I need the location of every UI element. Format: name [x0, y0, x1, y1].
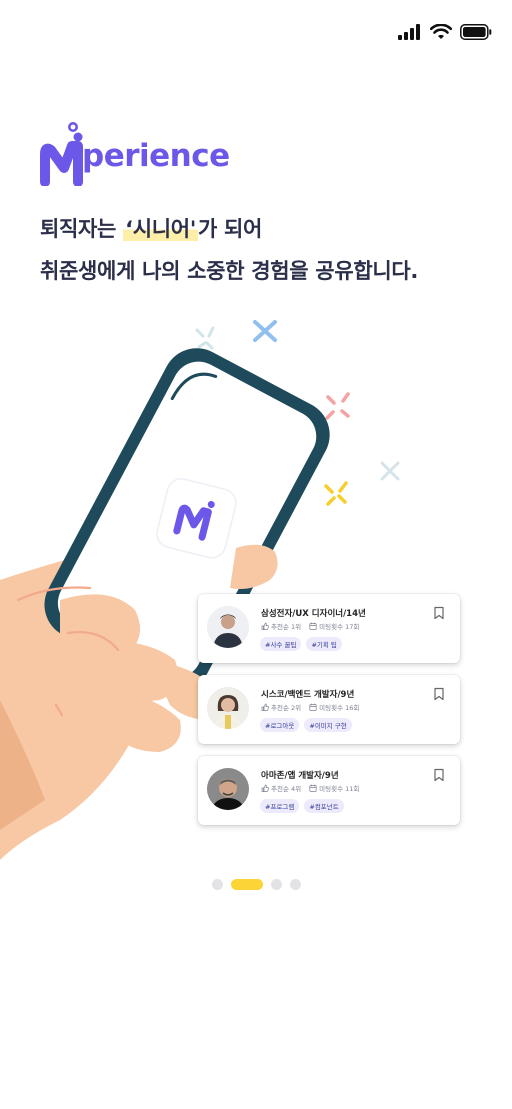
- tag[interactable]: #프로그램: [260, 799, 300, 813]
- avatar: [207, 687, 249, 729]
- bookmark-icon[interactable]: [432, 606, 446, 620]
- senior-card[interactable]: 시스코/백엔드 개발자/9년 추천순 2위 미팅횟수 16회 #로그아웃 #이미…: [198, 675, 460, 744]
- card-meta: 추천순 4위 미팅횟수 11회: [261, 783, 359, 793]
- logo-text: perience: [82, 138, 230, 174]
- senior-card[interactable]: 아마존/앱 개발자/9년 추천순 4위 미팅횟수 11회 #프로그램 #컴포넌트: [198, 756, 460, 825]
- bookmark-icon[interactable]: [432, 768, 446, 782]
- page-dot[interactable]: [289, 879, 301, 890]
- senior-card[interactable]: 삼성전자/UX 디자이너/14년 추천순 1위 미팅횟수 17회 #사수 꿀팁 …: [198, 594, 460, 663]
- card-meta: 추천순 2위 미팅횟수 16회: [261, 702, 359, 712]
- card-title: 아마존/앱 개발자/9년: [261, 771, 339, 781]
- card-title: 시스코/백엔드 개발자/9년: [261, 690, 355, 700]
- headline-line-2: 취준생에게 나의 소중한 경험을 공유합니다.: [40, 259, 419, 283]
- bookmark-icon[interactable]: [432, 687, 446, 701]
- calendar-icon: [309, 703, 317, 711]
- card-title: 삼성전자/UX 디자이너/14년: [261, 609, 366, 619]
- headline: 퇴직자는 ‘시니어'가 되어 취준생에게 나의 소중한 경험을 공유합니다.: [40, 208, 418, 292]
- avatar: [207, 768, 249, 810]
- calendar-icon: [309, 784, 317, 792]
- tag[interactable]: #기획 팁: [306, 637, 342, 651]
- tag-list: #로그아웃 #이미지 구현: [260, 718, 352, 732]
- status-bar: [398, 20, 492, 44]
- thumbs-up-icon: [261, 784, 269, 792]
- card-meta: 추천순 1위 미팅횟수 17회: [261, 621, 359, 631]
- tag-list: #프로그램 #컴포넌트: [260, 799, 344, 813]
- tag[interactable]: #컴포넌트: [304, 799, 344, 813]
- thumbs-up-icon: [261, 703, 269, 711]
- tag[interactable]: #로그아웃: [260, 718, 300, 732]
- app-logo: perience: [40, 118, 230, 186]
- avatar: [207, 606, 249, 648]
- page-dot-active[interactable]: [230, 879, 263, 890]
- logo-mark-icon: [40, 122, 83, 186]
- page-dot[interactable]: [270, 879, 282, 890]
- signal-icon: [398, 24, 420, 40]
- wifi-icon: [430, 24, 452, 39]
- headline-line-1: 퇴직자는 ‘시니어'가 되어: [40, 217, 263, 241]
- tag[interactable]: #사수 꿀팁: [260, 637, 302, 651]
- calendar-icon: [309, 622, 317, 630]
- battery-icon: [460, 24, 492, 40]
- headline-highlight: ‘시니어': [123, 217, 198, 241]
- page-indicator: [0, 879, 512, 890]
- page-dot[interactable]: [211, 879, 223, 890]
- tag-list: #사수 꿀팁 #기획 팁: [260, 637, 342, 651]
- tag[interactable]: #이미지 구현: [304, 718, 352, 732]
- thumbs-up-icon: [261, 622, 269, 630]
